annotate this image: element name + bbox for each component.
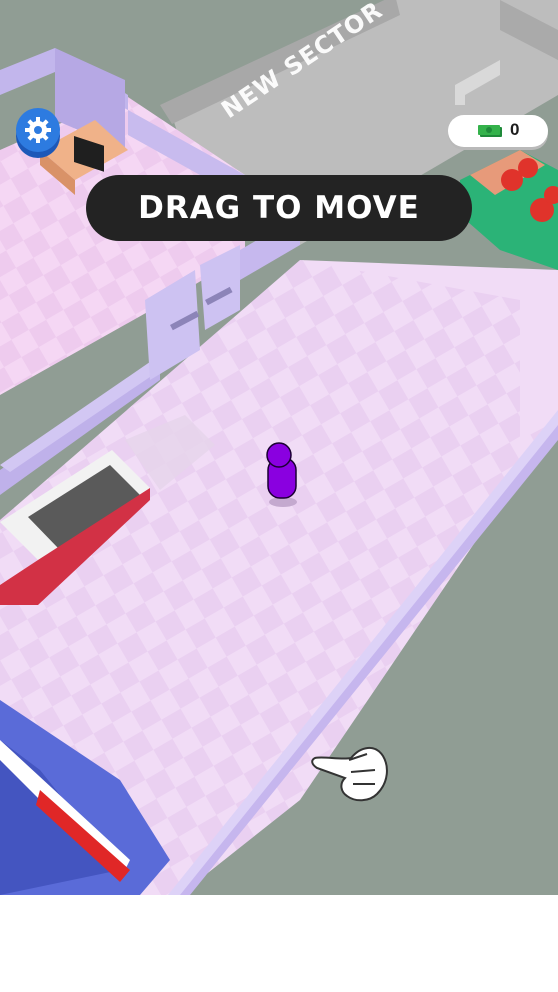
cash-stack-icon xyxy=(478,125,502,137)
gear-icon xyxy=(16,108,60,152)
money-value: 0 xyxy=(510,120,520,139)
settings-button[interactable] xyxy=(16,108,62,158)
tutorial-hint-banner: DRAG TO MOVE xyxy=(86,175,472,241)
game-viewport[interactable]: NEW SECTOR 0 DRAG TO MOVE xyxy=(0,0,558,895)
tutorial-hint-text: DRAG TO MOVE xyxy=(138,190,420,226)
money-counter: 0 xyxy=(448,115,548,147)
tomato xyxy=(518,158,538,178)
bottom-blank-area xyxy=(0,895,558,992)
